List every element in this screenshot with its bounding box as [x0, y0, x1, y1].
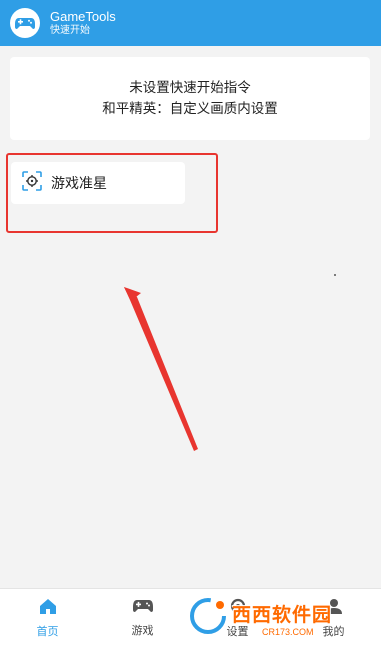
nav-games[interactable]: 游戏 — [95, 589, 190, 646]
info-line-2: 和平精英：自定义画质内设置 — [102, 100, 278, 117]
nav-profile[interactable]: 我的 — [286, 589, 381, 646]
gamepad-icon — [10, 8, 40, 38]
nav-home[interactable]: 首页 — [0, 589, 95, 646]
gamepad-icon — [132, 598, 154, 618]
settings-icon — [229, 597, 247, 619]
nav-profile-label: 我的 — [322, 625, 345, 638]
quick-start-info-card: 未设置快速开始指令 和平精英：自定义画质内设置 — [10, 57, 370, 140]
nav-home-label: 首页 — [36, 624, 59, 638]
game-crosshair-label: 游戏准星 — [51, 176, 107, 192]
home-icon — [39, 598, 57, 619]
game-crosshair-item[interactable]: 游戏准星 — [11, 162, 185, 204]
nav-games-label: 游戏 — [131, 624, 154, 637]
app-header: GameTools 快速开始 — [0, 0, 381, 46]
profile-icon — [325, 597, 343, 619]
bottom-navigation: 首页 游戏 设置 我的 — [0, 588, 381, 646]
app-title: GameTools — [50, 8, 116, 24]
stray-dot — [334, 274, 336, 276]
info-line-1: 未设置快速开始指令 — [129, 79, 251, 96]
nav-settings-label: 设置 — [226, 625, 249, 638]
nav-settings[interactable]: 设置 — [190, 589, 285, 646]
app-subtitle: 快速开始 — [50, 24, 90, 36]
crosshair-icon — [22, 171, 42, 195]
